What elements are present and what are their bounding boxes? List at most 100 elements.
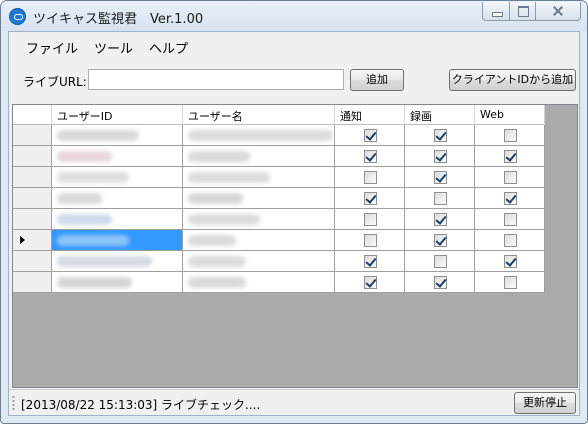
record-checkbox[interactable] (434, 150, 447, 163)
web-checkbox[interactable] (504, 255, 517, 268)
web-cell (475, 188, 545, 209)
redacted-user-id (57, 130, 139, 141)
web-cell (475, 230, 545, 251)
notify-cell (335, 146, 405, 167)
user-id-cell[interactable] (52, 188, 183, 209)
record-cell (405, 209, 475, 230)
status-text: [2013/08/22 15:13:03] ライブチェック.... (21, 398, 261, 412)
notify-cell (335, 167, 405, 188)
notify-checkbox[interactable] (364, 129, 377, 142)
web-checkbox[interactable] (504, 213, 517, 226)
notify-cell (335, 125, 405, 146)
record-cell (405, 251, 475, 272)
table-corner-header (13, 105, 52, 125)
user-id-cell[interactable] (52, 146, 183, 167)
row-header[interactable] (13, 209, 52, 230)
user-id-cell[interactable] (52, 272, 183, 293)
window-controls (482, 2, 581, 21)
grip-icon (12, 395, 15, 411)
app-logo-icon (9, 8, 26, 25)
window-title: ツイキャス監視君 Ver.1.00 (33, 12, 204, 27)
close-button[interactable] (535, 2, 581, 21)
row-header[interactable] (13, 167, 52, 188)
column-header-web[interactable]: Web (475, 105, 545, 125)
user-id-cell[interactable] (52, 125, 183, 146)
redacted-user-id (57, 172, 129, 183)
notify-checkbox[interactable] (364, 276, 377, 289)
title-bar[interactable]: ツイキャス監視君 Ver.1.00 (1, 1, 587, 31)
row-header[interactable] (13, 188, 52, 209)
user-id-cell[interactable] (52, 167, 183, 188)
web-cell (475, 146, 545, 167)
user-name-cell[interactable] (183, 272, 335, 293)
notify-checkbox[interactable] (364, 171, 377, 184)
user-name-cell[interactable] (183, 125, 335, 146)
column-header-record[interactable]: 録画 (405, 105, 475, 125)
column-header-notify[interactable]: 通知 (335, 105, 405, 125)
stop-update-button[interactable]: 更新停止 (514, 392, 576, 414)
app-window: ツイキャス監視君 Ver.1.00 ファイル ツール ヘルプ ライブURL: 追… (0, 0, 588, 424)
web-checkbox[interactable] (504, 171, 517, 184)
live-url-input[interactable] (88, 69, 344, 90)
record-cell (405, 146, 475, 167)
user-table[interactable]: ユーザーID ユーザー名 通知 録画 Web (12, 104, 578, 388)
record-checkbox[interactable] (434, 171, 447, 184)
user-name-cell[interactable] (183, 230, 335, 251)
add-from-client-id-button[interactable]: クライアントIDから追加 (449, 69, 576, 91)
notify-checkbox[interactable] (364, 150, 377, 163)
redacted-user-id (57, 235, 129, 246)
status-bar: [2013/08/22 15:13:03] ライブチェック.... 更新停止 (9, 389, 579, 415)
record-checkbox[interactable] (434, 234, 447, 247)
web-checkbox[interactable] (504, 129, 517, 142)
row-header[interactable] (13, 272, 52, 293)
user-id-cell[interactable] (52, 230, 183, 251)
add-button[interactable]: 追加 (350, 69, 404, 91)
menu-file[interactable]: ファイル (19, 32, 87, 58)
notify-checkbox[interactable] (364, 213, 377, 226)
web-cell (475, 125, 545, 146)
menu-help[interactable]: ヘルプ (142, 32, 197, 58)
notify-checkbox[interactable] (364, 192, 377, 205)
web-cell (475, 251, 545, 272)
notify-checkbox[interactable] (364, 234, 377, 247)
redacted-user-id (57, 214, 112, 225)
redacted-user-name (188, 256, 246, 267)
web-checkbox[interactable] (504, 234, 517, 247)
column-header-user-name[interactable]: ユーザー名 (183, 105, 335, 125)
redacted-user-name (188, 235, 236, 246)
notify-checkbox[interactable] (364, 255, 377, 268)
web-checkbox[interactable] (504, 192, 517, 205)
user-id-cell[interactable] (52, 251, 183, 272)
web-cell (475, 209, 545, 230)
web-checkbox[interactable] (504, 276, 517, 289)
record-cell (405, 167, 475, 188)
row-header[interactable] (13, 251, 52, 272)
row-header[interactable] (13, 230, 52, 251)
record-checkbox[interactable] (434, 192, 447, 205)
row-header[interactable] (13, 125, 52, 146)
row-header[interactable] (13, 146, 52, 167)
menu-tools[interactable]: ツール (87, 32, 142, 58)
record-cell (405, 125, 475, 146)
maximize-button[interactable] (509, 2, 535, 21)
column-header-user-id[interactable]: ユーザーID (52, 105, 183, 125)
record-checkbox[interactable] (434, 129, 447, 142)
record-checkbox[interactable] (434, 213, 447, 226)
user-name-cell[interactable] (183, 167, 335, 188)
redacted-user-name (188, 151, 250, 162)
user-name-cell[interactable] (183, 251, 335, 272)
user-name-cell[interactable] (183, 188, 335, 209)
record-checkbox[interactable] (434, 255, 447, 268)
web-checkbox[interactable] (504, 150, 517, 163)
user-id-cell[interactable] (52, 209, 183, 230)
redacted-user-id (57, 151, 112, 162)
minimize-button[interactable] (482, 2, 509, 21)
user-name-cell[interactable] (183, 146, 335, 167)
menu-bar: ファイル ツール ヘルプ (9, 32, 579, 58)
web-cell (475, 272, 545, 293)
redacted-user-name (188, 193, 243, 204)
user-name-cell[interactable] (183, 209, 335, 230)
record-checkbox[interactable] (434, 276, 447, 289)
redacted-user-name (188, 130, 333, 141)
redacted-user-id (57, 193, 102, 204)
